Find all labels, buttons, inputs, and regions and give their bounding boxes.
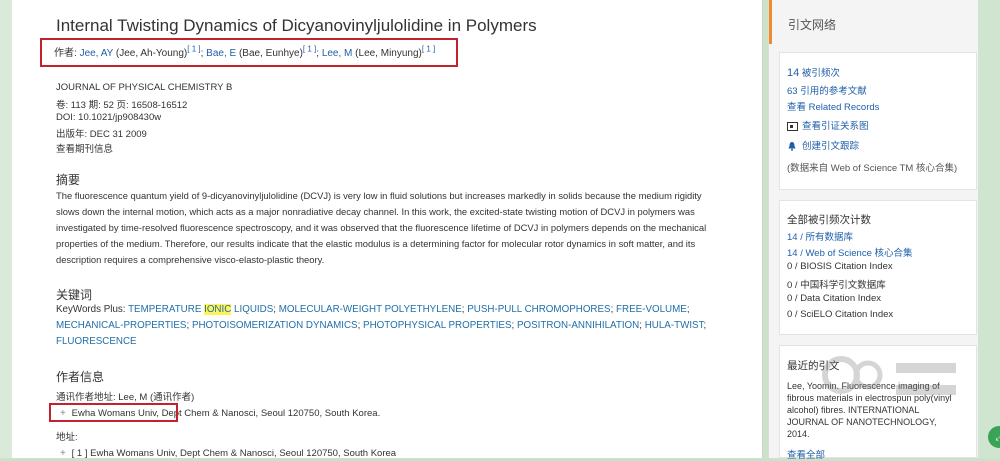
- keyword-link[interactable]: MECHANICAL-PROPERTIES: [56, 320, 186, 331]
- cited-references-link[interactable]: 63 引用的参考文献: [787, 86, 867, 97]
- keyword-link[interactable]: HULA-TWIST: [645, 320, 704, 331]
- times-cited-count[interactable]: 14: [787, 67, 799, 79]
- publication-date: 出版年: DEC 31 2009: [56, 129, 147, 140]
- count-data-citation: 0 / Data Citation Index: [787, 293, 881, 304]
- article-title: Internal Twisting Dynamics of Dicyanovin…: [56, 16, 537, 35]
- keyword-link[interactable]: PHOTOISOMERIZATION DYNAMICS: [192, 320, 358, 331]
- citation-network-tab: 引文网络: [769, 0, 979, 44]
- keywords-plus: KeyWords Plus: TEMPERATURE IONIC LIQUIDS…: [56, 304, 707, 348]
- keywords-heading: 关键词: [56, 288, 93, 302]
- watermark-logo-icon: [822, 356, 956, 395]
- page: Internal Twisting Dynamics of Dicyanovin…: [0, 0, 1000, 461]
- keyword-link[interactable]: FLUORESCENCE: [56, 336, 137, 347]
- org-highlight-box: [49, 403, 178, 422]
- bell-icon: [788, 142, 796, 152]
- related-records-link[interactable]: 查看 Related Records: [787, 102, 879, 113]
- journal-name: JOURNAL OF PHYSICAL CHEMISTRY B: [56, 82, 233, 93]
- citation-map-icon: [787, 121, 798, 131]
- expand-plus-icon[interactable]: +: [60, 448, 69, 459]
- address-label: 地址:: [56, 432, 78, 443]
- address-row: + [ 1 ] Ewha Womans Univ, Dept Chem & Na…: [60, 448, 396, 459]
- corresponding-address: 通讯作者地址: Lee, M (通讯作者): [56, 392, 195, 403]
- source-note: (数据来自 Web of Science TM 核心合集): [787, 163, 958, 174]
- times-cited-label[interactable]: 被引频次: [802, 68, 840, 79]
- abstract-text: The fluorescence quantum yield of 9-dicy…: [56, 190, 707, 266]
- view-journal-info-link[interactable]: 查看期刊信息: [56, 141, 113, 155]
- count-cscd: 0 / 中国科学引文数据库: [787, 280, 886, 291]
- times-cited[interactable]: 14 被引频次: [787, 65, 840, 79]
- citation-map-row[interactable]: 查看引证关系图: [787, 118, 869, 132]
- right-background-stripe: [978, 0, 1000, 458]
- count-biosis: 0 / BIOSIS Citation Index: [787, 261, 893, 272]
- count-wos-core[interactable]: 14 / Web of Science 核心合集: [787, 248, 913, 259]
- view-all-link[interactable]: 查看全部: [787, 450, 825, 461]
- keyword-link[interactable]: PUSH-PULL CHROMOPHORES: [467, 304, 610, 315]
- keywords-prefix: KeyWords Plus:: [56, 304, 129, 315]
- volume-issue-pages: 卷: 113 期: 52 页: 16508-16512: [56, 100, 188, 111]
- keyword-link[interactable]: PHOTOPHYSICAL PROPERTIES: [363, 320, 511, 331]
- keyword-highlight: IONIC: [204, 304, 232, 315]
- keyword-link-temperature-ionic-liquids[interactable]: TEMPERATURE IONIC LIQUIDS: [128, 304, 273, 315]
- doi: DOI: 10.1021/jp908430w: [56, 112, 162, 123]
- address-text: [ 1 ] Ewha Womans Univ, Dept Chem & Nano…: [71, 448, 397, 459]
- left-background-stripe: [0, 0, 12, 458]
- count-all-databases[interactable]: 14 / 所有数据库: [787, 232, 853, 243]
- record-main-panel: Internal Twisting Dynamics of Dicyanovin…: [12, 0, 763, 459]
- author-info-heading: 作者信息: [56, 370, 105, 384]
- create-alert-link[interactable]: 创建引文跟踪: [802, 141, 859, 152]
- org-address: , Dept Chem & Nanosci, Seoul 120750, Sou…: [156, 408, 381, 419]
- all-counts-title: 全部被引频次计数: [787, 214, 871, 226]
- keyword-link[interactable]: MOLECULAR-WEIGHT POLYETHYLENE: [279, 304, 462, 315]
- keyword-link[interactable]: FREE-VOLUME: [616, 304, 687, 315]
- abstract-heading: 摘要: [56, 173, 81, 187]
- authors-highlight-box: [40, 38, 458, 67]
- keyword-link[interactable]: POSITRON-ANNIHILATION: [517, 320, 639, 331]
- count-scielo: 0 / SciELO Citation Index: [787, 309, 894, 320]
- citation-map-link[interactable]: 查看引证关系图: [802, 121, 869, 132]
- create-alert-row[interactable]: 创建引文跟踪: [787, 138, 859, 152]
